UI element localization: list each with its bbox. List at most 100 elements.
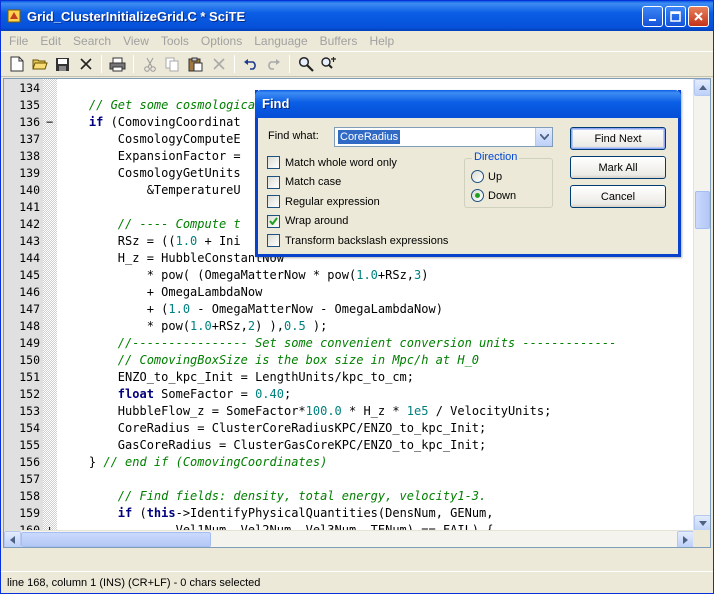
maximize-button[interactable] <box>665 6 686 27</box>
code-text: * pow( (OmegaMatterNow * pow(1.0+RSz,3) <box>60 268 429 282</box>
direction-title: Direction <box>472 151 520 163</box>
code-line[interactable]: 148 * pow(1.0+RSz,2) ),0.5 ); <box>4 318 694 335</box>
find-what-value[interactable]: CoreRadius <box>338 130 401 144</box>
menu-file[interactable]: File <box>3 34 34 48</box>
code-line[interactable]: 151 ENZO_to_kpc_Init = LengthUnits/kpc_t… <box>4 369 694 386</box>
code-text: ENZO_to_kpc_Init = LengthUnits/kpc_to_cm… <box>60 370 415 384</box>
option-regular-expression[interactable]: Regular expression <box>267 195 380 208</box>
close-window-button[interactable] <box>688 6 709 27</box>
checkbox-icon[interactable] <box>267 234 280 247</box>
checkbox-icon[interactable] <box>267 156 280 169</box>
code-text: * pow(1.0+RSz,2) ),0.5 ); <box>60 319 328 333</box>
scroll-right-button[interactable] <box>677 531 694 547</box>
scroll-up-button[interactable] <box>694 79 710 96</box>
replace-icon[interactable] <box>317 53 340 75</box>
fold-marker-icon[interactable]: − <box>46 114 56 131</box>
vertical-scroll-thumb[interactable] <box>695 191 710 229</box>
menu-help[interactable]: Help <box>363 34 400 48</box>
chevron-down-icon[interactable] <box>535 128 552 146</box>
menu-view[interactable]: View <box>117 34 155 48</box>
code-text: RSz = ((1.0 + Ini <box>60 234 241 248</box>
direction-down-radio[interactable]: Down <box>471 189 516 202</box>
line-number: 135 <box>19 98 40 112</box>
line-number: 139 <box>19 166 40 180</box>
line-number: 149 <box>19 336 40 350</box>
find-icon[interactable] <box>294 53 317 75</box>
scite-app-icon <box>6 8 22 24</box>
new-icon[interactable] <box>5 53 28 75</box>
mark-all-button[interactable]: Mark All <box>570 156 666 179</box>
code-text: // Get some cosmological <box>88 98 263 112</box>
close-icon[interactable] <box>74 53 97 75</box>
code-line[interactable]: 150 // ComovingBoxSize is the box size i… <box>4 352 694 369</box>
code-line[interactable]: 159 if (this->IdentifyPhysicalQuantities… <box>4 505 694 522</box>
option-match-whole-word-only[interactable]: Match whole word only <box>267 156 397 169</box>
code-line[interactable]: 152 float SomeFactor = 0.40; <box>4 386 694 403</box>
line-number: 141 <box>19 200 40 214</box>
menu-options[interactable]: Options <box>195 34 248 48</box>
code-line[interactable]: 154 CoreRadius = ClusterCoreRadiusKPC/EN… <box>4 420 694 437</box>
redo-icon[interactable] <box>262 53 285 75</box>
scrollbar-corner <box>693 530 710 547</box>
find-next-button[interactable]: Find Next <box>570 127 666 150</box>
delete-icon[interactable] <box>207 53 230 75</box>
find-dialog-title[interactable]: Find <box>255 90 681 118</box>
code-text: &TemperatureU <box>60 183 241 197</box>
menu-edit[interactable]: Edit <box>34 34 67 48</box>
line-number: 144 <box>19 251 40 265</box>
open-icon[interactable] <box>28 53 51 75</box>
copy-icon[interactable] <box>161 53 184 75</box>
code-text: // ComovingBoxSize is the box size in Mp… <box>117 353 480 367</box>
code-line[interactable]: 147 + (1.0 - OmegaMatterNow - OmegaLambd… <box>4 301 694 318</box>
line-number: 148 <box>19 319 40 333</box>
scroll-left-button[interactable] <box>4 531 21 547</box>
direction-group: Direction Up Down <box>464 151 553 208</box>
vertical-scrollbar[interactable] <box>693 79 710 532</box>
code-line[interactable]: 153 HubbleFlow_z = SomeFactor*100.0 * H_… <box>4 403 694 420</box>
print-icon[interactable] <box>106 53 129 75</box>
checkbox-checked-icon[interactable] <box>267 214 280 228</box>
line-number: 159 <box>19 506 40 520</box>
code-line[interactable]: 155 GasCoreRadius = ClusterGasCoreKPC/EN… <box>4 437 694 454</box>
undo-icon[interactable] <box>239 53 262 75</box>
line-number: 137 <box>19 132 40 146</box>
code-text: CoreRadius = ClusterCoreRadiusKPC/ENZO_t… <box>60 421 487 435</box>
code-line[interactable]: 156 } // end if (ComovingCoordinates) <box>4 454 694 471</box>
line-number: 136 <box>19 115 40 129</box>
direction-up-radio[interactable]: Up <box>471 170 502 183</box>
line-number: 142 <box>19 217 40 231</box>
line-number: 134 <box>19 81 40 95</box>
code-line[interactable]: 145 * pow( (OmegaMatterNow * pow(1.0+RSz… <box>4 267 694 284</box>
option-match-case[interactable]: Match case <box>267 175 342 189</box>
radio-up-icon[interactable] <box>471 170 484 183</box>
option-transform-backslash-expressions[interactable]: Transform backslash expressions <box>267 234 448 247</box>
option-label: Match case <box>285 176 342 188</box>
find-what-input[interactable]: CoreRadius <box>334 127 553 147</box>
code-line[interactable]: 149 //---------------- Set some convenie… <box>4 335 694 352</box>
code-text: if (ComovingCoordinat <box>88 115 241 129</box>
line-number: 157 <box>19 472 40 486</box>
code-text: ExpansionFactor = <box>60 149 241 163</box>
option-wrap-around[interactable]: Wrap around <box>267 214 348 228</box>
status-bar: line 168, column 1 (INS) (CR+LF) - 0 cha… <box>1 571 713 593</box>
cancel-button[interactable]: Cancel <box>570 185 666 208</box>
save-icon[interactable] <box>51 53 74 75</box>
line-number: 151 <box>19 370 40 384</box>
menu-tools[interactable]: Tools <box>155 34 195 48</box>
menu-search[interactable]: Search <box>67 34 117 48</box>
minimize-button[interactable] <box>642 6 663 27</box>
code-line[interactable]: 157 <box>4 471 694 488</box>
checkbox-icon[interactable] <box>267 175 280 189</box>
paste-icon[interactable] <box>184 53 207 75</box>
radio-down-icon[interactable] <box>471 189 484 202</box>
cut-icon[interactable] <box>138 53 161 75</box>
title-bar[interactable]: Grid_ClusterInitializeGrid.C * SciTE <box>1 1 713 31</box>
line-number: 145 <box>19 268 40 282</box>
code-line[interactable]: 146 + OmegaLambdaNow <box>4 284 694 301</box>
menu-buffers[interactable]: Buffers <box>314 34 364 48</box>
horizontal-scrollbar[interactable] <box>4 530 694 547</box>
horizontal-scroll-thumb[interactable] <box>21 532 211 547</box>
menu-language[interactable]: Language <box>248 34 313 48</box>
code-line[interactable]: 158 // Find fields: density, total energ… <box>4 488 694 505</box>
checkbox-icon[interactable] <box>267 195 280 208</box>
